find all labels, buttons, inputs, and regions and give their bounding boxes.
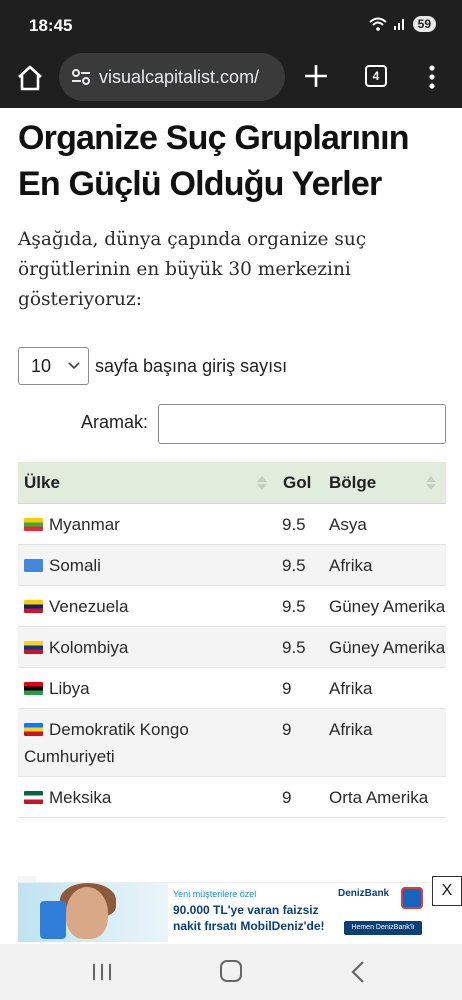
- flag-icon: [24, 723, 43, 736]
- flag-icon: [24, 600, 43, 613]
- signal-icon: [393, 19, 404, 30]
- site-settings-icon[interactable]: [69, 65, 93, 89]
- tab-switcher-button[interactable]: 4: [365, 65, 387, 87]
- entries-select[interactable]: 10: [18, 347, 89, 385]
- ad-cta-button[interactable]: Hemen DenizBank'lı Olun: [344, 921, 422, 942]
- table-row: Myanmar 9.5 Asya: [18, 504, 446, 545]
- cell-country: Venezuela: [18, 593, 275, 620]
- wifi-icon: [368, 17, 387, 31]
- phone-icon: [40, 901, 66, 939]
- cell-score: 9: [282, 679, 292, 698]
- cell-country: Libya: [18, 675, 275, 702]
- home-nav-icon[interactable]: [220, 960, 242, 982]
- entries-select-value: 10: [31, 355, 52, 376]
- flag-icon: [24, 682, 43, 695]
- column-header-score-label: Gol: [283, 472, 312, 492]
- table-search-input[interactable]: [158, 404, 446, 444]
- country-name: Myanmar: [49, 515, 120, 534]
- data-table: Ülke Gol Bölge Myanmar 9.5 Asya Somali 9.5 Af…: [18, 462, 446, 818]
- country-name: Kolombiya: [49, 638, 129, 657]
- flag-icon: [24, 641, 43, 654]
- table-row: Venezuela 9.5 Güney Amerika: [18, 586, 446, 627]
- flag-icon: [24, 559, 43, 572]
- ad-subheadline: nakit fırsatı MobilDeniz'de!: [173, 919, 325, 933]
- table-row: Demokratik Kongo Cumhuriyeti 9 Afrika: [18, 709, 446, 777]
- cell-country: Meksika: [18, 784, 275, 811]
- cell-region: Afrika: [329, 556, 373, 575]
- table-row: Kolombiya 9.5 Güney Amerika: [18, 627, 446, 668]
- status-icons: 59: [368, 16, 436, 32]
- entries-per-page: 10 sayfa başına giriş sayısı: [18, 347, 287, 385]
- url-text: visualcapitalist.com/: [99, 66, 260, 87]
- table-row: Libya 9 Afrika: [18, 668, 446, 709]
- cell-region: Afrika: [329, 720, 373, 739]
- address-bar[interactable]: visualcapitalist.com/: [59, 53, 285, 101]
- cell-region: Güney Amerika: [329, 638, 446, 657]
- table-row: Meksika 9 Orta Amerika: [18, 777, 446, 818]
- table-body: Myanmar 9.5 Asya Somali 9.5 Afrika Venezuela 9.…: [18, 504, 446, 818]
- back-icon[interactable]: [350, 960, 366, 984]
- cell-region: Orta Amerika: [329, 788, 429, 807]
- cell-region: Afrika: [329, 679, 373, 698]
- status-time: 18:45: [29, 16, 73, 35]
- sort-icon: [257, 475, 267, 490]
- country-name: Libya: [49, 679, 90, 698]
- flag-icon: [24, 518, 43, 531]
- ad-close-button[interactable]: X: [432, 876, 462, 906]
- home-icon[interactable]: [14, 62, 46, 94]
- cell-score: 9: [282, 720, 292, 739]
- table-header: Ülke Gol Bölge: [18, 462, 446, 504]
- entries-label: sayfa başına giriş sayısı: [95, 355, 288, 376]
- cell-country: Demokratik Kongo Cumhuriyeti: [18, 716, 275, 770]
- country-name: Somali: [49, 556, 101, 575]
- cell-score: 9.5: [282, 556, 306, 575]
- status-bar: 18:45 59: [0, 0, 462, 50]
- country-name: Venezuela: [49, 597, 129, 616]
- search-label: Aramak:: [81, 412, 149, 432]
- new-tab-icon[interactable]: [302, 62, 330, 90]
- country-name: Meksika: [49, 788, 112, 807]
- ad-headline: 90.000 TL'ye varan faizsiz: [173, 903, 319, 917]
- table-row: Somali 9.5 Afrika: [18, 545, 446, 586]
- ad-banner[interactable]: Yeni müşterilere özel 90.000 TL'ye varan…: [18, 882, 428, 942]
- column-header-score[interactable]: Gol: [275, 473, 321, 493]
- ad-image: [18, 883, 168, 942]
- battery-indicator: 59: [412, 16, 436, 32]
- recent-apps-icon[interactable]: [91, 963, 113, 981]
- page-title: Organize Suç Gruplarının En Güçlü Olduğu…: [18, 119, 410, 203]
- browser-toolbar: visualcapitalist.com/ 4: [0, 50, 462, 108]
- cell-score: 9.5: [282, 515, 306, 534]
- country-name: Demokratik Kongo Cumhuriyeti: [24, 720, 189, 766]
- column-header-country[interactable]: Ülke: [18, 473, 275, 493]
- intro-paragraph: Aşağıda, dünya çapında organize suç örgü…: [18, 229, 367, 310]
- ad-brand: DenizBank: [338, 888, 390, 899]
- cell-country: Myanmar: [18, 511, 275, 538]
- column-header-region[interactable]: Bölge: [321, 473, 446, 493]
- cell-score: 9: [282, 788, 292, 807]
- system-nav-bar: [0, 944, 462, 1000]
- sort-icon: [426, 475, 436, 490]
- cell-score: 9.5: [282, 638, 306, 657]
- cell-country: Somali: [18, 552, 275, 579]
- column-header-country-label: Ülke: [24, 472, 60, 492]
- cell-region: Güney Amerika: [329, 597, 446, 616]
- cell-score: 9.5: [282, 597, 306, 616]
- bank-logo-icon: [401, 887, 423, 909]
- flag-icon: [24, 791, 43, 804]
- ad-small-text: Yeni müşterilere özel: [173, 889, 257, 899]
- cell-region: Asya: [329, 515, 367, 534]
- chevron-down-icon: [68, 362, 80, 370]
- more-menu-icon[interactable]: [424, 63, 440, 91]
- cell-country: Kolombiya: [18, 634, 275, 661]
- column-header-region-label: Bölge: [329, 472, 377, 492]
